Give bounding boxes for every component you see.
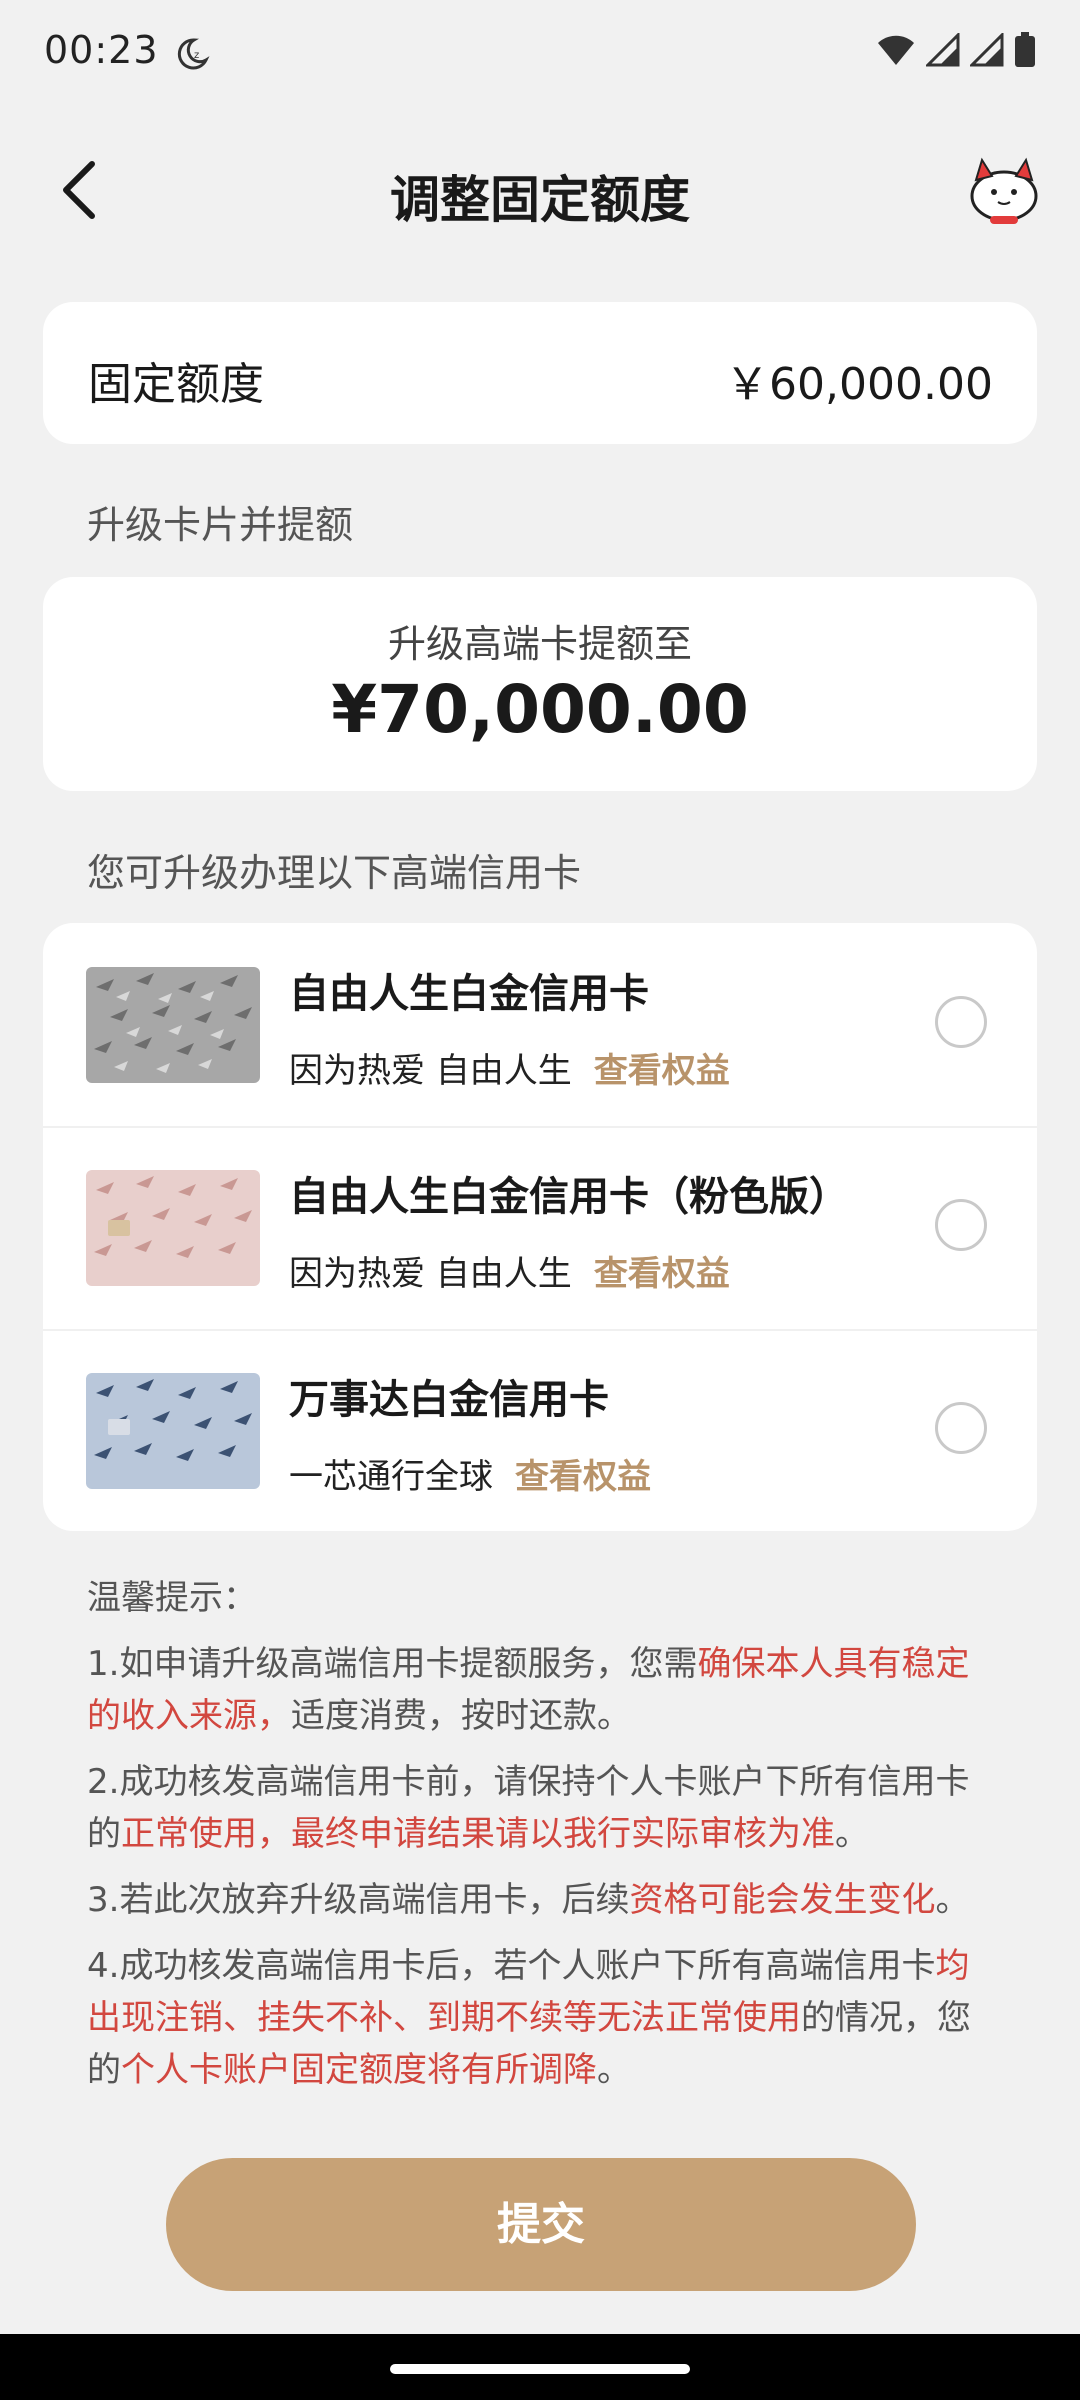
card-desc: 因为热爱 自由人生 查看权益 — [289, 1246, 730, 1295]
card-desc-text: 因为热爱 自由人生 — [289, 1051, 572, 1091]
card-desc: 一芯通行全球 查看权益 — [289, 1449, 651, 1498]
upgrade-section-label: 升级卡片并提额 — [87, 503, 354, 547]
page-title: 调整固定额度 — [390, 171, 690, 229]
upgrade-subtitle: 升级高端卡提额至 — [387, 622, 692, 666]
signal-icon — [926, 33, 960, 67]
submit-button[interactable]: 提交 — [166, 2158, 916, 2291]
svg-text:z: z — [194, 50, 199, 61]
tip-1-text: 1.如申请升级高端信用卡提额服务，您需 — [87, 1644, 698, 1684]
status-time: 00:23 — [44, 28, 159, 72]
fixed-limit-panel: 固定额度 ￥60,000.00 — [43, 302, 1037, 444]
card-list: 自由人生白金信用卡 因为热爱 自由人生 查看权益 自由人生白金信用卡（粉色版） 因… — [43, 923, 1037, 1531]
card-radio-2[interactable] — [935, 1199, 987, 1251]
view-benefits-link[interactable]: 查看权益 — [594, 1254, 730, 1294]
card-radio-3[interactable] — [935, 1402, 987, 1454]
tip-2-highlight: 正常使用，最终申请结果请以我行实际审核为准 — [121, 1814, 835, 1854]
card-name: 自由人生白金信用卡（粉色版） — [289, 1174, 849, 1220]
fixed-limit-label: 固定额度 — [88, 359, 264, 410]
system-nav-bar — [0, 2334, 1080, 2400]
card-name: 自由人生白金信用卡 — [289, 971, 649, 1017]
tip-4-text: 4.成功核发高端信用卡后，若个人账户下所有高端信用卡 — [87, 1946, 936, 1986]
fixed-limit-value: ￥60,000.00 — [725, 359, 993, 410]
tip-4: 4.成功核发高端信用卡后，若个人账户下所有高端信用卡均出现注销、挂失不补、到期不… — [87, 1940, 997, 2096]
upgrade-amount: ¥70,000.00 — [331, 671, 749, 748]
tip-2-text-end: 。 — [835, 1814, 869, 1854]
tip-3-highlight: 资格可能会发生变化 — [629, 1880, 936, 1920]
signal-icon-2 — [970, 33, 1004, 67]
tips-title: 温馨提示： — [87, 1578, 257, 1618]
tip-4-highlight-2: 个人卡账户固定额度将有所调降 — [121, 2050, 597, 2090]
status-icons — [876, 32, 1036, 68]
tip-1: 1.如申请升级高端信用卡提额服务，您需确保本人具有稳定的收入来源，适度消费，按时… — [87, 1638, 997, 1742]
tip-3-text-end: 。 — [935, 1880, 970, 1920]
card-desc: 因为热爱 自由人生 查看权益 — [289, 1043, 730, 1092]
view-benefits-link[interactable]: 查看权益 — [594, 1051, 730, 1091]
tip-1-text-end: 适度消费，按时还款。 — [291, 1696, 631, 1736]
card-option-1[interactable]: 自由人生白金信用卡 因为热爱 自由人生 查看权益 — [43, 923, 1037, 1128]
status-bar: 00:23 z — [0, 0, 1080, 105]
card-image-silver — [86, 967, 260, 1083]
tip-4-text-end: 。 — [597, 2050, 631, 2090]
tip-2: 2.成功核发高端信用卡前，请保持个人卡账户下所有信用卡的正常使用，最终申请结果请… — [87, 1756, 997, 1860]
tips-section: 温馨提示： 1.如申请升级高端信用卡提额服务，您需确保本人具有稳定的收入来源，适… — [87, 1572, 997, 2110]
upgrade-amount-panel: 升级高端卡提额至 ¥70,000.00 — [43, 577, 1037, 791]
cards-section-label: 您可升级办理以下高端信用卡 — [87, 851, 582, 895]
card-image-pink — [86, 1170, 260, 1286]
card-desc-text: 一芯通行全球 — [289, 1457, 493, 1497]
card-name: 万事达白金信用卡 — [289, 1377, 609, 1423]
mascot-avatar-icon[interactable] — [966, 154, 1042, 230]
do-not-disturb-icon: z — [177, 38, 210, 70]
tip-3-text: 3.若此次放弃升级高端信用卡，后续 — [87, 1880, 630, 1920]
home-indicator[interactable] — [390, 2364, 690, 2374]
wifi-icon — [878, 35, 914, 65]
card-image-blue — [86, 1373, 260, 1489]
card-option-3[interactable]: 万事达白金信用卡 一芯通行全球 查看权益 — [43, 1329, 1037, 1531]
tip-3: 3.若此次放弃升级高端信用卡，后续资格可能会发生变化。 — [87, 1874, 997, 1926]
header: 调整固定额度 — [0, 140, 1080, 240]
card-option-2[interactable]: 自由人生白金信用卡（粉色版） 因为热爱 自由人生 查看权益 — [43, 1126, 1037, 1331]
card-desc-text: 因为热爱 自由人生 — [289, 1254, 572, 1294]
card-radio-1[interactable] — [935, 996, 987, 1048]
battery-icon — [1015, 32, 1035, 67]
view-benefits-link[interactable]: 查看权益 — [515, 1457, 651, 1497]
